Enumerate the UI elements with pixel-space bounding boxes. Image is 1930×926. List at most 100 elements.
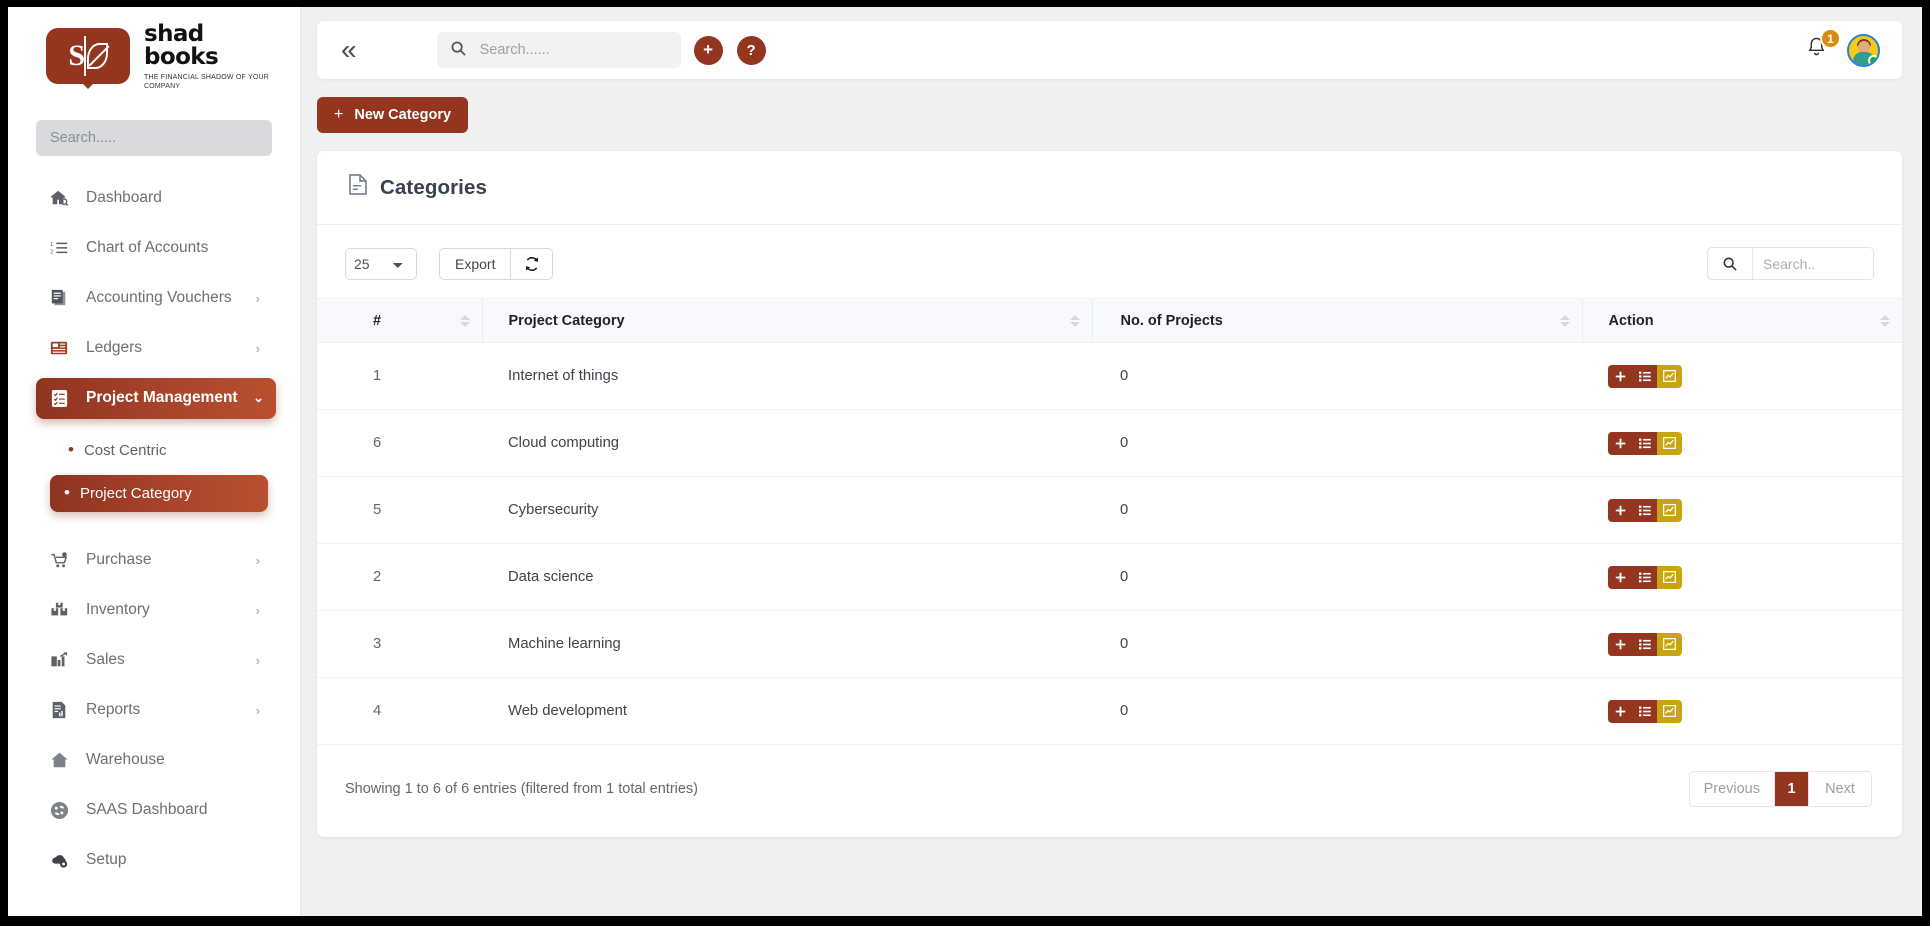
row-add-button[interactable] xyxy=(1608,565,1633,589)
table-search-input[interactable] xyxy=(1753,248,1873,279)
global-search-placeholder: Search...... xyxy=(479,42,550,58)
sidebar-item-accounting-vouchers[interactable]: Accounting Vouchers › xyxy=(36,278,272,319)
pagination-previous[interactable]: Previous xyxy=(1689,772,1775,806)
sidebar-collapse-icon[interactable]: « xyxy=(337,36,361,64)
brand-wordmark: shad books THE FINANCIAL SHADOW OF YOUR … xyxy=(144,21,300,92)
brand-logo-divider xyxy=(84,36,86,77)
row-chart-button[interactable] xyxy=(1657,498,1682,522)
svg-text:2: 2 xyxy=(50,250,53,256)
table-head: # Project Category No. of Projects Actio… xyxy=(317,298,1902,343)
row-add-button[interactable] xyxy=(1608,632,1633,656)
home-magnifier-icon xyxy=(46,189,72,207)
sidebar-search-input[interactable]: Search..... xyxy=(36,119,272,156)
page-title: Categories xyxy=(380,175,487,199)
sidebar-divider xyxy=(8,526,300,540)
list-icon xyxy=(1639,505,1651,515)
cell-project-category: Cybersecurity xyxy=(482,476,1092,544)
column-header-index[interactable]: # xyxy=(317,298,482,343)
row-chart-button[interactable] xyxy=(1657,431,1682,455)
column-header-action[interactable]: Action xyxy=(1581,298,1902,343)
brand-name-line1: shad xyxy=(144,21,204,47)
svg-text:1: 1 xyxy=(50,243,53,249)
notifications-button[interactable]: 1 xyxy=(1799,28,1841,67)
row-action-group xyxy=(1608,431,1682,455)
sidebar-item-setup[interactable]: Setup xyxy=(36,840,272,881)
sidebar-item-purchase[interactable]: Purchase › xyxy=(36,540,272,581)
table-footer: Showing 1 to 6 of 6 entries (filtered fr… xyxy=(317,745,1902,837)
categories-card: Categories 10 25 50 100 Export xyxy=(317,151,1902,837)
sidebar-item-project-management[interactable]: Project Management ⌄ xyxy=(36,377,276,419)
house-icon xyxy=(46,751,72,769)
row-add-button[interactable] xyxy=(1608,699,1633,723)
row-add-button[interactable] xyxy=(1608,498,1633,522)
sidebar-submenu-project-management: • Cost Centric • Project Category xyxy=(8,428,300,526)
sidebar-item-sales[interactable]: Sales › xyxy=(36,640,272,681)
sidebar-item-cost-centric[interactable]: • Cost Centric xyxy=(54,432,272,469)
cell-project-category: Data science xyxy=(482,543,1092,611)
chevron-icon: › xyxy=(255,652,260,668)
card-header: Categories xyxy=(317,151,1902,225)
row-list-button[interactable] xyxy=(1633,699,1657,723)
help-button[interactable]: ? xyxy=(736,35,766,65)
page-length-select[interactable]: 10 25 50 100 xyxy=(345,247,417,280)
cell-action xyxy=(1582,610,1902,678)
page-actions: + New Category xyxy=(301,79,1922,133)
row-chart-button[interactable] xyxy=(1657,364,1682,388)
row-list-button[interactable] xyxy=(1633,565,1657,589)
app-window: S shad books THE FINANCIAL SHADOW OF YOU… xyxy=(0,0,1930,926)
sidebar-item-label: Reports xyxy=(86,701,141,719)
column-label: Action xyxy=(1608,312,1654,329)
column-header-project-category[interactable]: Project Category xyxy=(481,298,1092,343)
sidebar-item-project-category[interactable]: • Project Category xyxy=(50,474,268,512)
cell-index: 1 xyxy=(317,342,482,410)
row-add-button[interactable] xyxy=(1608,431,1633,455)
row-list-button[interactable] xyxy=(1633,431,1657,455)
sidebar-item-inventory[interactable]: Inventory › xyxy=(36,590,272,631)
sidebar-item-dashboard[interactable]: Dashboard xyxy=(36,178,272,219)
row-chart-button[interactable] xyxy=(1657,565,1682,589)
refresh-button[interactable] xyxy=(511,247,554,280)
export-button[interactable]: Export xyxy=(439,247,512,280)
pagination-next[interactable]: Next xyxy=(1809,772,1871,806)
cell-no-of-projects: 0 xyxy=(1092,409,1582,477)
global-search-input[interactable]: Search...... xyxy=(436,32,681,68)
row-chart-button[interactable] xyxy=(1657,632,1682,656)
boxes-icon xyxy=(46,601,72,619)
chart-icon xyxy=(1663,437,1676,449)
sidebar-item-saas-dashboard[interactable]: SAAS Dashboard xyxy=(36,790,272,831)
cell-project-category: Web development xyxy=(482,677,1092,745)
table-search[interactable] xyxy=(1707,247,1874,280)
cart-icon xyxy=(46,551,72,569)
quick-add-button[interactable]: + xyxy=(693,35,723,65)
avatar[interactable] xyxy=(1847,33,1880,67)
plus-icon xyxy=(1615,572,1626,582)
sidebar-item-warehouse[interactable]: Warehouse xyxy=(36,740,272,781)
sidebar-item-reports[interactable]: Reports › xyxy=(36,690,272,731)
brand-logo[interactable]: S shad books THE FINANCIAL SHADOW OF YOU… xyxy=(8,7,300,102)
row-list-button[interactable] xyxy=(1633,632,1657,656)
sidebar-item-ledgers[interactable]: Ledgers › xyxy=(36,328,272,369)
new-category-button[interactable]: + New Category xyxy=(317,97,469,133)
cell-index: 5 xyxy=(317,476,482,544)
sidebar-item-label: Chart of Accounts xyxy=(86,239,209,257)
row-add-button[interactable] xyxy=(1608,364,1633,388)
chevron-down-icon: ⌄ xyxy=(253,390,264,406)
row-list-button[interactable] xyxy=(1633,364,1657,388)
row-chart-button[interactable] xyxy=(1657,699,1682,723)
cell-no-of-projects: 0 xyxy=(1092,610,1582,678)
sort-icon xyxy=(1069,313,1080,329)
sidebar-item-label: Project Management xyxy=(86,389,238,407)
plus-icon xyxy=(1615,639,1626,649)
list-icon xyxy=(1639,371,1651,381)
checklist-icon xyxy=(46,389,72,408)
pagination-page-1[interactable]: 1 xyxy=(1775,772,1809,806)
row-list-button[interactable] xyxy=(1633,498,1657,522)
online-status-indicator xyxy=(1868,54,1878,65)
sidebar-item-chart-of-accounts[interactable]: 12 Chart of Accounts xyxy=(36,228,272,269)
sort-icon xyxy=(459,313,470,329)
sidebar-item-label: Warehouse xyxy=(86,751,165,769)
sidebar-subitem-label: Project Category xyxy=(79,484,192,502)
plus-icon xyxy=(1615,505,1626,515)
table-row: 3 Machine learning 0 xyxy=(317,610,1902,678)
column-header-no-of-projects[interactable]: No. of Projects xyxy=(1091,298,1582,343)
